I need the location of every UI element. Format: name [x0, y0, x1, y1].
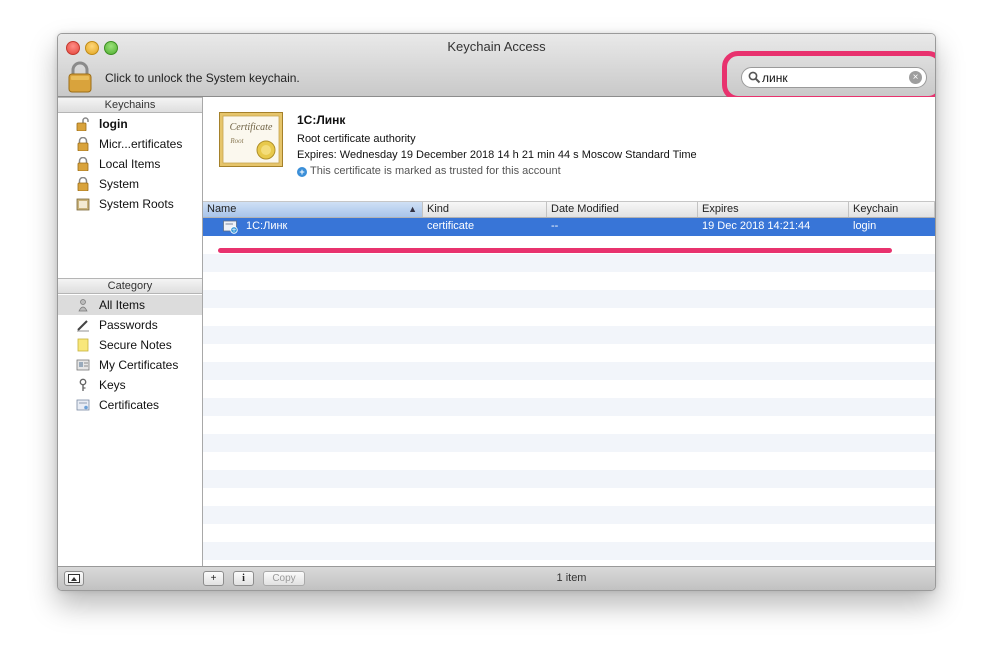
- category-label: All Items: [99, 298, 146, 312]
- svg-text:+: +: [231, 227, 236, 234]
- padlock-icon: [77, 177, 89, 191]
- category-item-certificates[interactable]: Certificates: [58, 395, 202, 415]
- sidebar: Keychains login Micr...ertificates Local…: [58, 97, 203, 566]
- keychain-label: login: [99, 117, 128, 131]
- key-icon: [79, 378, 87, 391]
- keychains-header: Keychains: [58, 97, 202, 113]
- search-icon: [748, 71, 761, 84]
- keychain-item-microsoft-certificates[interactable]: Micr...ertificates: [58, 134, 202, 154]
- empty-row: [203, 326, 935, 344]
- empty-row: [203, 506, 935, 524]
- id-card-icon: [76, 359, 90, 371]
- column-header-label: Name: [207, 203, 237, 215]
- padlock-icon: [77, 137, 89, 151]
- keychain-access-window: Keychain Access Click to unlock the Syst…: [57, 33, 936, 591]
- main-panel: Certificate Root 1С:Линк Root certificat…: [203, 97, 935, 566]
- empty-row: [203, 398, 935, 416]
- cell-expires: 19 Dec 2018 14:21:44: [702, 220, 811, 232]
- certificate-type: Root certificate authority: [297, 133, 416, 145]
- empty-row: [203, 290, 935, 308]
- pencil-icon: [77, 320, 89, 332]
- padlock-icon[interactable]: [67, 61, 93, 93]
- column-header-label: Expires: [702, 203, 739, 215]
- keychain-label: System: [99, 177, 140, 191]
- note-icon: [77, 338, 89, 352]
- category-item-secure-notes[interactable]: Secure Notes: [58, 335, 202, 355]
- trusted-plus-icon: +: [297, 167, 307, 177]
- column-header-kind[interactable]: Kind: [423, 202, 547, 217]
- bottom-bar: + i Copy 1 item: [58, 566, 935, 590]
- keychain-item-system-roots[interactable]: System Roots: [58, 194, 202, 214]
- certificate-icon: +: [223, 220, 238, 234]
- cell-date-modified: --: [551, 220, 559, 232]
- toolbar: Keychain Access Click to unlock the Syst…: [58, 34, 935, 101]
- search-input[interactable]: [762, 69, 902, 86]
- category-item-my-certificates[interactable]: My Certificates: [58, 355, 202, 375]
- row-underline-annotation: [218, 248, 892, 253]
- category-item-keys[interactable]: Keys: [58, 375, 202, 395]
- padlock-icon: [77, 157, 89, 171]
- category-label: Certificates: [99, 398, 160, 412]
- sort-ascending-icon: ▲: [408, 204, 417, 214]
- certificate-thumbnail-icon: Certificate Root: [219, 112, 283, 167]
- column-header-name[interactable]: Name ▲: [203, 202, 423, 217]
- certificate-icon: [76, 399, 90, 411]
- cell-keychain: login: [853, 220, 877, 232]
- item-count-status: 1 item: [556, 572, 587, 584]
- trust-status-text: This certificate is marked as trusted fo…: [310, 165, 561, 177]
- clear-search-icon[interactable]: ×: [909, 71, 922, 84]
- certificate-name: 1С:Линк: [297, 113, 346, 127]
- unlock-keychain-text[interactable]: Click to unlock the System keychain.: [105, 71, 300, 85]
- certificate-expiry: Expires: Wednesday 19 December 2018 14 h…: [297, 149, 697, 161]
- category-label: Keys: [99, 378, 126, 392]
- category-header: Category: [58, 278, 202, 294]
- column-header-label: Date Modified: [551, 203, 619, 215]
- folder-icon: [76, 198, 90, 211]
- cell-name: 1С:Линк: [246, 220, 288, 232]
- category-label: Secure Notes: [99, 338, 172, 352]
- empty-row: [203, 362, 935, 380]
- category-item-all-items[interactable]: All Items: [58, 295, 202, 315]
- column-header-keychain[interactable]: Keychain: [849, 202, 935, 217]
- table-header: Name ▲ Kind Date Modified Expires Keycha…: [203, 202, 935, 218]
- keychain-item-login[interactable]: login: [58, 114, 202, 134]
- trust-status: + This certificate is marked as trusted f…: [297, 165, 561, 177]
- category-label: Passwords: [99, 318, 158, 332]
- column-header-label: Kind: [427, 203, 450, 215]
- unlocked-padlock-icon: [76, 117, 89, 131]
- items-table: Name ▲ Kind Date Modified Expires Keycha…: [203, 202, 935, 566]
- keychain-label: System Roots: [99, 197, 174, 211]
- cell-kind: certificate: [427, 220, 475, 232]
- column-header-date-modified[interactable]: Date Modified: [547, 202, 698, 217]
- search-field[interactable]: ×: [741, 67, 927, 88]
- certificate-thumb-subtitle: Root: [229, 137, 244, 145]
- empty-row: [203, 254, 935, 272]
- category-label: My Certificates: [99, 358, 179, 372]
- keychain-label: Micr...ertificates: [99, 137, 183, 151]
- column-header-label: Keychain: [853, 203, 899, 215]
- empty-row: [203, 470, 935, 488]
- category-item-passwords[interactable]: Passwords: [58, 315, 202, 335]
- keychain-item-local-items[interactable]: Local Items: [58, 154, 202, 174]
- keychain-label: Local Items: [99, 157, 161, 171]
- empty-row: [203, 542, 935, 560]
- table-rows: + 1С:Линк certificate -- 19 Dec 2018 14:…: [203, 218, 935, 566]
- keychain-item-system[interactable]: System: [58, 174, 202, 194]
- certificate-details: Certificate Root 1С:Линк Root certificat…: [203, 97, 935, 202]
- certificate-thumb-title: Certificate: [230, 122, 273, 133]
- empty-row: [203, 434, 935, 452]
- table-row[interactable]: + 1С:Линк certificate -- 19 Dec 2018 14:…: [203, 218, 935, 236]
- column-header-expires[interactable]: Expires: [698, 202, 849, 217]
- people-icon: [78, 299, 88, 312]
